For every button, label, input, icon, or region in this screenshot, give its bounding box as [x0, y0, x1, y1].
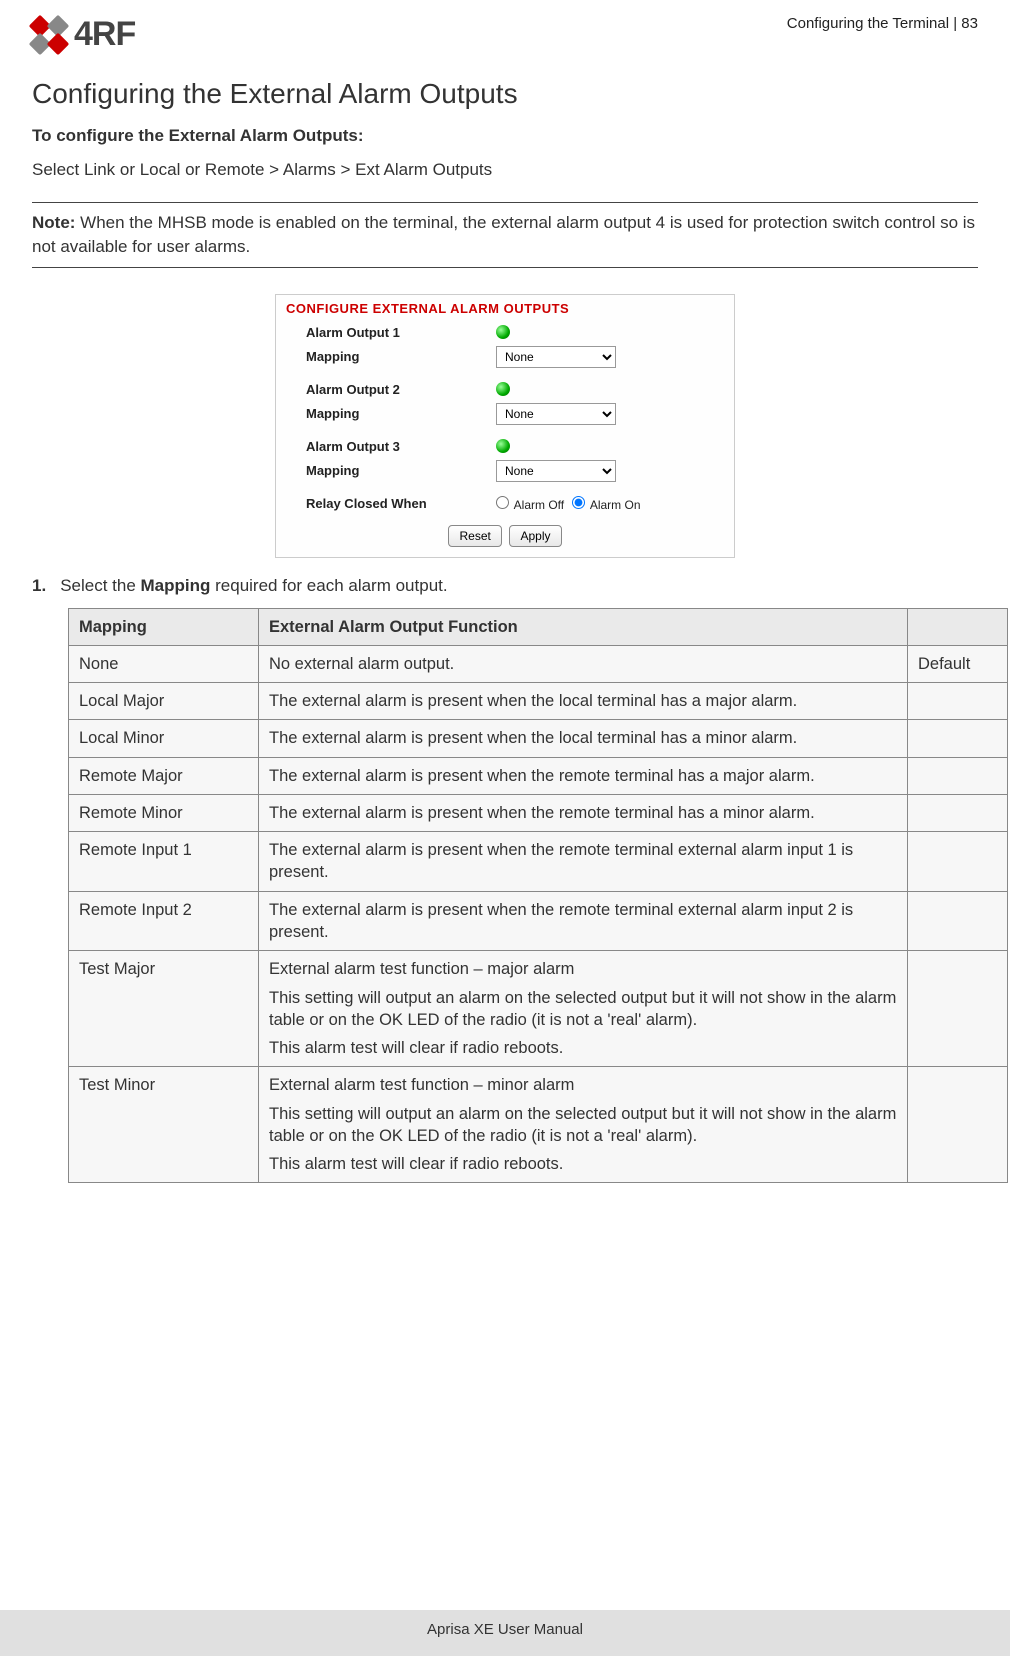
- td-mapping: None: [69, 645, 259, 682]
- td-default: [908, 951, 1008, 1067]
- note-text: When the MHSB mode is enabled on the ter…: [32, 213, 975, 256]
- status-icon: [496, 325, 510, 339]
- page-title: Configuring the External Alarm Outputs: [32, 78, 978, 110]
- reset-button[interactable]: Reset: [448, 525, 501, 547]
- td-function: The external alarm is present when the l…: [259, 683, 908, 720]
- select-mapping-1[interactable]: None: [496, 346, 616, 368]
- section-subhead: To configure the External Alarm Outputs:: [32, 126, 978, 146]
- label-relay-closed: Relay Closed When: [306, 496, 486, 511]
- td-default: [908, 794, 1008, 831]
- label-mapping-3: Mapping: [306, 463, 486, 478]
- td-mapping: Remote Minor: [69, 794, 259, 831]
- radio-alarm-on-label[interactable]: Alarm On: [572, 496, 640, 512]
- td-function: The external alarm is present when the r…: [259, 794, 908, 831]
- table-row: NoneNo external alarm output.Default: [69, 645, 1008, 682]
- label-alarm-output-3: Alarm Output 3: [306, 439, 486, 454]
- label-mapping-1: Mapping: [306, 349, 486, 364]
- mapping-table: Mapping External Alarm Output Function N…: [68, 608, 1008, 1184]
- table-header-row: Mapping External Alarm Output Function: [69, 608, 1008, 645]
- table-row: Test MinorExternal alarm test function –…: [69, 1067, 1008, 1183]
- table-row: Local MajorThe external alarm is present…: [69, 683, 1008, 720]
- config-panel: CONFIGURE EXTERNAL ALARM OUTPUTS Alarm O…: [275, 294, 735, 558]
- button-row: Reset Apply: [286, 525, 724, 547]
- breadcrumb: Select Link or Local or Remote > Alarms …: [32, 160, 978, 180]
- table-row: Remote Input 2The external alarm is pres…: [69, 891, 1008, 951]
- td-mapping: Local Major: [69, 683, 259, 720]
- select-mapping-3[interactable]: None: [496, 460, 616, 482]
- logo: 4RF: [32, 15, 135, 54]
- td-default: [908, 891, 1008, 951]
- table-row: Remote MinorThe external alarm is presen…: [69, 794, 1008, 831]
- step-number: 1.: [32, 576, 46, 596]
- table-row: Remote MajorThe external alarm is presen…: [69, 757, 1008, 794]
- td-function: No external alarm output.: [259, 645, 908, 682]
- td-function: External alarm test function – major ala…: [259, 951, 908, 1067]
- td-function: The external alarm is present when the r…: [259, 891, 908, 951]
- note-box: Note: When the MHSB mode is enabled on t…: [32, 202, 978, 268]
- td-default: [908, 720, 1008, 757]
- td-default: [908, 832, 1008, 892]
- td-function: The external alarm is present when the r…: [259, 832, 908, 892]
- apply-button[interactable]: Apply: [509, 525, 561, 547]
- panel-title: CONFIGURE EXTERNAL ALARM OUTPUTS: [286, 301, 724, 316]
- logo-text: 4RF: [74, 15, 135, 54]
- page-reference: Configuring the Terminal | 83: [787, 15, 978, 32]
- row-mapping-2: Mapping None: [286, 400, 724, 428]
- row-alarm-output-3: Alarm Output 3: [286, 436, 724, 457]
- radio-alarm-off-label[interactable]: Alarm Off: [496, 496, 564, 512]
- status-icon: [496, 439, 510, 453]
- td-mapping: Remote Input 2: [69, 891, 259, 951]
- row-mapping-1: Mapping None: [286, 343, 724, 371]
- th-function: External Alarm Output Function: [259, 608, 908, 645]
- td-function: The external alarm is present when the r…: [259, 757, 908, 794]
- step-1: 1. Select the Mapping required for each …: [32, 576, 978, 596]
- step-text: Select the Mapping required for each ala…: [60, 576, 447, 596]
- td-default: Default: [908, 645, 1008, 682]
- label-alarm-output-1: Alarm Output 1: [306, 325, 486, 340]
- row-relay-closed: Relay Closed When Alarm Off Alarm On: [286, 493, 724, 515]
- td-mapping: Remote Major: [69, 757, 259, 794]
- td-default: [908, 1067, 1008, 1183]
- label-alarm-output-2: Alarm Output 2: [306, 382, 486, 397]
- td-function: The external alarm is present when the l…: [259, 720, 908, 757]
- td-mapping: Test Major: [69, 951, 259, 1067]
- td-default: [908, 683, 1008, 720]
- td-mapping: Remote Input 1: [69, 832, 259, 892]
- td-mapping: Local Minor: [69, 720, 259, 757]
- select-mapping-2[interactable]: None: [496, 403, 616, 425]
- row-alarm-output-2: Alarm Output 2: [286, 379, 724, 400]
- logo-icon: [32, 18, 68, 52]
- radio-alarm-off-text: Alarm Off: [514, 498, 564, 512]
- radio-alarm-off[interactable]: [496, 496, 509, 509]
- td-function: External alarm test function – minor ala…: [259, 1067, 908, 1183]
- row-alarm-output-1: Alarm Output 1: [286, 322, 724, 343]
- status-icon: [496, 382, 510, 396]
- radio-alarm-on[interactable]: [572, 496, 585, 509]
- page-header: 4RF Configuring the Terminal | 83: [32, 15, 978, 54]
- th-mapping: Mapping: [69, 608, 259, 645]
- td-mapping: Test Minor: [69, 1067, 259, 1183]
- radio-alarm-on-text: Alarm On: [590, 498, 641, 512]
- table-row: Remote Input 1The external alarm is pres…: [69, 832, 1008, 892]
- label-mapping-2: Mapping: [306, 406, 486, 421]
- table-row: Test MajorExternal alarm test function –…: [69, 951, 1008, 1067]
- row-mapping-3: Mapping None: [286, 457, 724, 485]
- note-label: Note:: [32, 213, 75, 232]
- footer: Aprisa XE User Manual: [0, 1621, 1010, 1638]
- td-default: [908, 757, 1008, 794]
- table-row: Local MinorThe external alarm is present…: [69, 720, 1008, 757]
- th-default: [908, 608, 1008, 645]
